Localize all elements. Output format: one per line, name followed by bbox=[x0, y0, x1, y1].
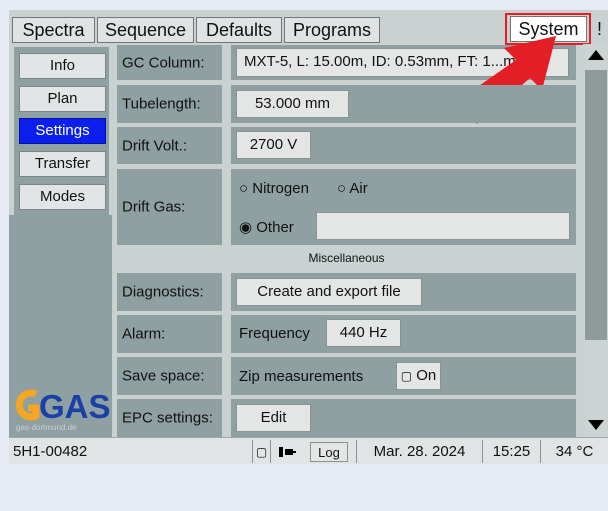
diagnostics-label: Diagnostics: bbox=[117, 273, 222, 311]
tubelength-label: Tubelength: bbox=[117, 85, 222, 123]
epc-settings-label: EPC settings: bbox=[117, 399, 222, 437]
zip-toggle-button[interactable]: ▢ On bbox=[396, 362, 441, 390]
alarm-label: Alarm: bbox=[117, 315, 222, 353]
tab-sequence[interactable]: Sequence bbox=[97, 17, 194, 43]
tab-spectra[interactable]: Spectra bbox=[12, 17, 95, 43]
status-temperature: 34 °C bbox=[540, 440, 608, 463]
svg-text:GAS: GAS bbox=[39, 388, 110, 425]
tab-programs[interactable]: Programs bbox=[284, 17, 380, 43]
checkbox-icon: ▢ bbox=[400, 369, 413, 383]
frequency-label: Frequency bbox=[239, 325, 310, 342]
sidebar-item-label: Settings bbox=[35, 122, 90, 139]
zip-toggle-label: On bbox=[416, 367, 437, 384]
gas-logo: GAS bbox=[14, 385, 111, 425]
scroll-up-icon[interactable] bbox=[587, 48, 605, 66]
misc-section-header: Miscellaneous bbox=[117, 247, 576, 269]
radio-empty-icon: ○ bbox=[337, 180, 347, 197]
tab-defaults-label: Defaults bbox=[205, 20, 273, 40]
sidebar-item-label: Modes bbox=[39, 188, 86, 205]
sidebar-item-label: Transfer bbox=[34, 155, 91, 172]
radio-empty-icon: ○ bbox=[239, 180, 249, 197]
status-date: Mar. 28. 2024 bbox=[356, 440, 482, 463]
exclamation-indicator: ! bbox=[597, 19, 603, 39]
epc-edit-button[interactable]: Edit bbox=[236, 404, 311, 432]
radio-nitrogen-label: Nitrogen bbox=[252, 180, 309, 197]
radio-air[interactable]: ○ Air bbox=[337, 180, 368, 197]
radio-other-label: Other bbox=[256, 219, 294, 236]
status-time: 15:25 bbox=[482, 440, 540, 463]
save-space-label: Save space: bbox=[117, 357, 222, 395]
radio-other[interactable]: ◉ Other bbox=[239, 218, 294, 236]
tab-defaults[interactable]: Defaults bbox=[196, 17, 282, 43]
tab-sequence-label: Sequence bbox=[104, 20, 187, 40]
scrollbar-thumb[interactable] bbox=[585, 70, 607, 340]
radio-air-label: Air bbox=[349, 180, 368, 197]
zip-measurements-label: Zip measurements bbox=[239, 368, 364, 385]
sidebar-item-settings[interactable]: Settings bbox=[19, 118, 106, 144]
log-button[interactable]: Log bbox=[310, 442, 348, 462]
sidebar-item-label: Plan bbox=[47, 90, 78, 107]
drift-volt-label: Drift Volt.: bbox=[117, 127, 222, 164]
drift-volt-field[interactable]: 2700 V bbox=[236, 131, 311, 159]
tab-spectra-label: Spectra bbox=[22, 20, 85, 40]
drift-gas-label: Drift Gas: bbox=[117, 169, 222, 245]
device-id: 5H1-00482 bbox=[13, 443, 88, 460]
sidebar-item-plan[interactable]: Plan bbox=[19, 86, 106, 112]
gc-column-label: GC Column: bbox=[117, 45, 222, 80]
sidebar-item-info[interactable]: Info bbox=[19, 53, 106, 79]
sidebar-item-transfer[interactable]: Transfer bbox=[19, 151, 106, 177]
frequency-field[interactable]: 440 Hz bbox=[326, 319, 401, 347]
sidebar-item-modes[interactable]: Modes bbox=[19, 184, 106, 210]
status-checkbox-icon[interactable]: ▢ bbox=[252, 440, 270, 463]
other-gas-input[interactable] bbox=[316, 212, 570, 240]
tubelength-field[interactable]: 53.000 mm bbox=[236, 90, 349, 118]
sidebar-item-label: Info bbox=[49, 57, 76, 74]
radio-nitrogen[interactable]: ○ Nitrogen bbox=[239, 180, 309, 197]
scroll-down-icon[interactable] bbox=[587, 418, 605, 436]
radio-selected-icon: ◉ bbox=[239, 219, 253, 236]
battery-icon bbox=[270, 440, 304, 463]
create-export-button[interactable]: Create and export file bbox=[236, 278, 422, 306]
tab-programs-label: Programs bbox=[292, 20, 372, 40]
logo-url: gas-dortmund.de bbox=[16, 423, 77, 432]
